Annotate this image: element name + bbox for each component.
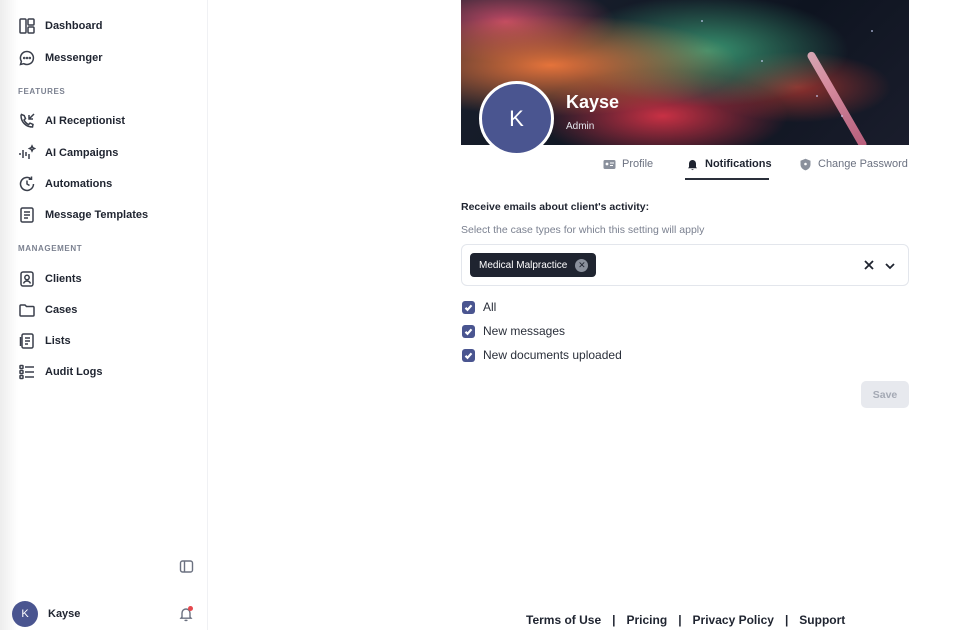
- footer-link-support[interactable]: Support: [799, 613, 845, 627]
- banner-star: [761, 60, 763, 62]
- profile-name: Kayse: [566, 92, 620, 112]
- sidebar: Dashboard Messenger FEATURES AI Receptio…: [0, 0, 208, 630]
- sidebar-item-label: Clients: [45, 273, 82, 285]
- footer-link-terms[interactable]: Terms of Use: [526, 613, 601, 627]
- tab-label: Notifications: [705, 158, 772, 170]
- tab-profile[interactable]: Profile: [603, 154, 653, 174]
- sidebar-item-dashboard[interactable]: Dashboard: [18, 14, 102, 38]
- folder-icon: [18, 301, 36, 319]
- save-button[interactable]: Save: [861, 381, 909, 408]
- current-user[interactable]: K Kayse: [12, 601, 197, 627]
- sparkle-bars-icon: [18, 144, 36, 162]
- tab-label: Profile: [622, 158, 654, 170]
- selected-case-type-chip: Medical Malpractice ✕: [470, 253, 597, 277]
- banner-star: [816, 95, 818, 97]
- shield-icon: [799, 158, 812, 171]
- footer-links: Terms of Use | Pricing | Privacy Policy …: [526, 612, 845, 628]
- sidebar-item-label: Cases: [45, 304, 78, 316]
- sidebar-item-lists[interactable]: Lists: [18, 329, 71, 353]
- settings-heading: Receive emails about client's activity:: [461, 201, 650, 213]
- sidebar-item-ai-receptionist[interactable]: AI Receptionist: [18, 109, 125, 133]
- section-label-management: MANAGEMENT: [18, 244, 83, 253]
- sidebar-collapse-icon[interactable]: [179, 559, 194, 574]
- profile-avatar[interactable]: K: [479, 81, 554, 156]
- footer-separator: |: [784, 613, 789, 627]
- active-tab-indicator: [685, 178, 769, 180]
- sidebar-item-label: Lists: [45, 335, 71, 347]
- chip-label: Medical Malpractice: [479, 259, 568, 271]
- bell-icon: [686, 158, 699, 171]
- checkbox-new-messages[interactable]: New messages: [462, 324, 565, 338]
- sidebar-item-label: AI Campaigns: [45, 147, 119, 159]
- dashboard-icon: [18, 17, 36, 35]
- sidebar-item-label: Message Templates: [45, 209, 149, 221]
- footer-link-pricing[interactable]: Pricing: [627, 613, 668, 627]
- list-bullet-icon: [18, 363, 36, 381]
- banner-star: [841, 115, 843, 117]
- checkbox-all[interactable]: All: [462, 300, 496, 314]
- sidebar-item-clients[interactable]: Clients: [18, 267, 82, 291]
- checkbox-label: New messages: [483, 324, 566, 338]
- sidebar-item-audit-logs[interactable]: Audit Logs: [18, 360, 102, 384]
- footer-separator: |: [612, 613, 616, 627]
- notification-dot: [188, 606, 193, 611]
- sidebar-shadow: [0, 0, 18, 630]
- tab-change-password[interactable]: Change Password: [799, 154, 908, 174]
- sidebar-item-label: AI Receptionist: [45, 115, 126, 127]
- notifications-bell-icon[interactable]: [178, 606, 194, 622]
- checkbox-checked-icon: [462, 300, 475, 314]
- sidebar-item-label: Audit Logs: [45, 366, 103, 378]
- user-square-icon: [18, 270, 36, 288]
- sidebar-item-automations[interactable]: Automations: [18, 172, 112, 196]
- sidebar-item-messenger[interactable]: Messenger: [18, 46, 102, 70]
- section-label-features: FEATURES: [18, 87, 66, 96]
- clock-refresh-icon: [18, 175, 36, 193]
- sidebar-item-cases[interactable]: Cases: [18, 298, 77, 322]
- chevron-down-icon[interactable]: [884, 259, 896, 271]
- chat-bubble-icon: [18, 49, 36, 67]
- clipboard-list-icon: [18, 332, 36, 350]
- checkbox-label: New documents uploaded: [483, 348, 622, 362]
- clear-selection-icon[interactable]: [862, 258, 876, 272]
- tab-notifications[interactable]: Notifications: [686, 154, 772, 174]
- checkbox-checked-icon: [462, 348, 475, 362]
- tab-label: Change Password: [818, 158, 908, 170]
- profile-role: Admin: [566, 121, 595, 132]
- chip-remove-icon[interactable]: ✕: [575, 258, 589, 272]
- sidebar-item-ai-campaigns[interactable]: AI Campaigns: [18, 141, 118, 165]
- phone-incoming-icon: [18, 112, 36, 130]
- sidebar-item-label: Dashboard: [45, 20, 103, 32]
- banner-star: [871, 30, 873, 32]
- id-card-icon: [603, 158, 616, 171]
- avatar: K: [12, 601, 38, 627]
- banner-star: [701, 20, 703, 22]
- sidebar-item-label: Messenger: [45, 52, 103, 64]
- footer-separator: |: [678, 613, 682, 627]
- sidebar-item-label: Automations: [45, 178, 113, 190]
- user-name: Kayse: [48, 608, 81, 620]
- checkbox-label: All: [483, 300, 497, 314]
- checkbox-new-documents[interactable]: New documents uploaded: [462, 348, 622, 362]
- footer-link-privacy[interactable]: Privacy Policy: [693, 613, 774, 627]
- sidebar-item-message-templates[interactable]: Message Templates: [18, 203, 148, 227]
- checkbox-checked-icon: [462, 324, 475, 338]
- settings-subheading: Select the case types for which this set…: [461, 224, 705, 236]
- document-list-icon: [18, 206, 36, 224]
- banner-streak: [806, 50, 868, 145]
